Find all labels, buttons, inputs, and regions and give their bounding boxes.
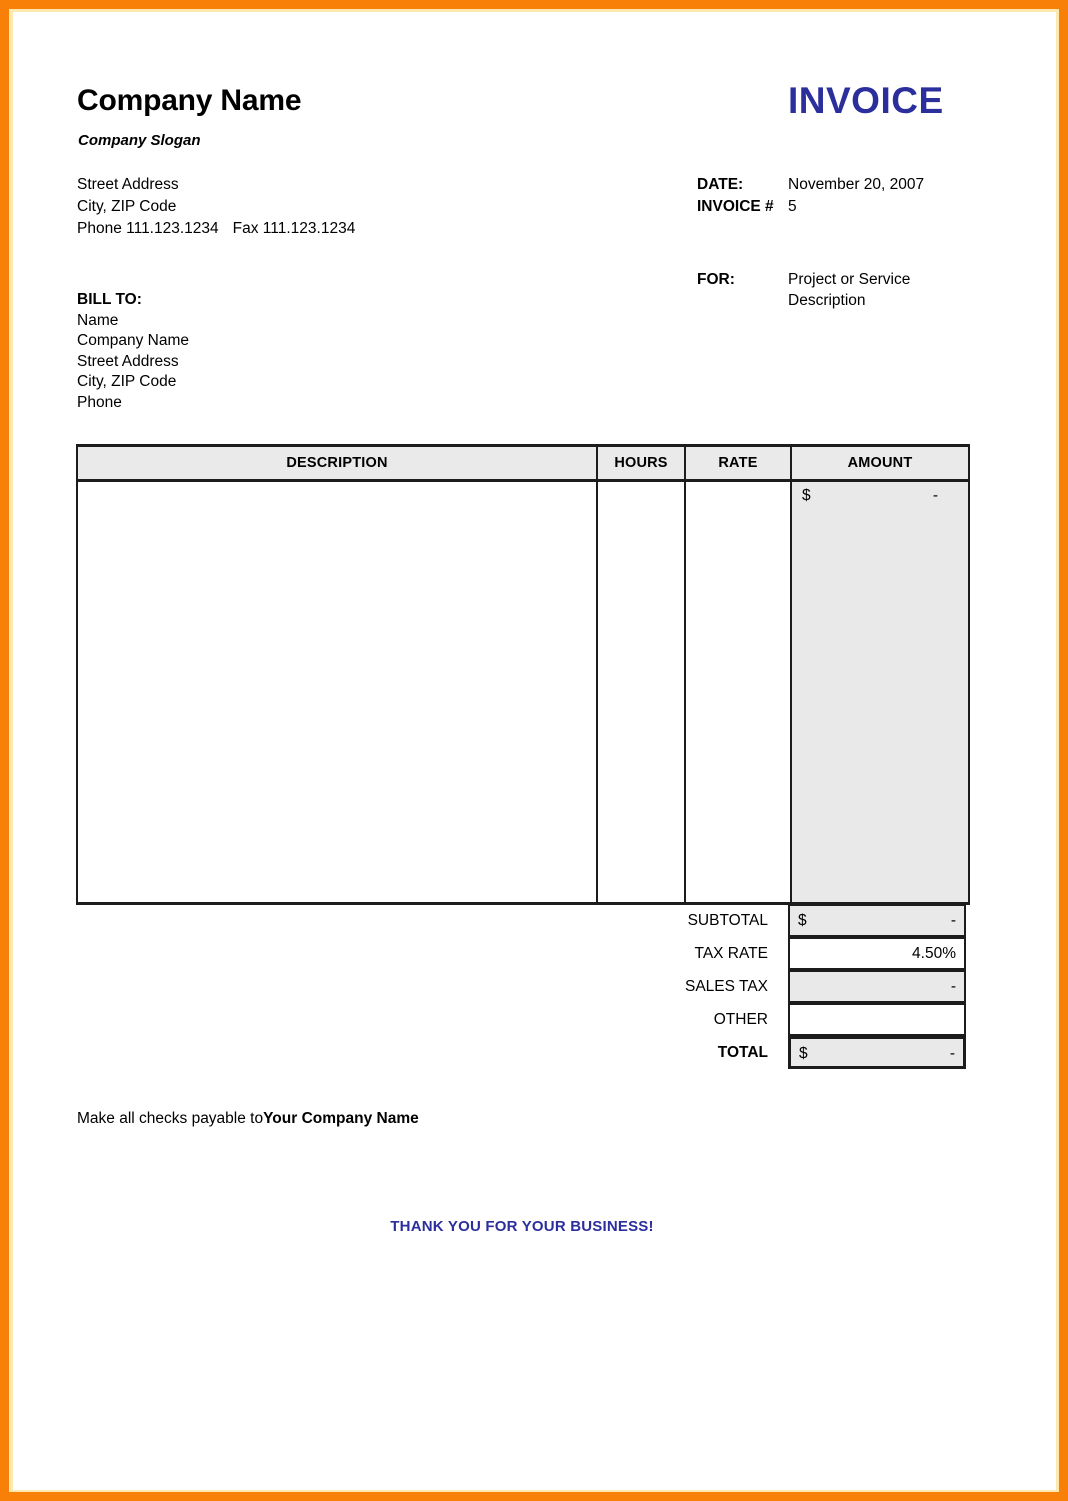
- for-line-1: Project or Service: [788, 271, 911, 288]
- cell-amount[interactable]: $ -: [790, 482, 968, 902]
- cell-rate[interactable]: [684, 482, 790, 902]
- line-items-table: DESCRIPTION HOURS RATE AMOUNT $ -: [76, 444, 970, 905]
- totals-row-other: OTHER: [76, 1003, 970, 1036]
- totals-row-sales-tax: SALES TAX -: [76, 970, 970, 1003]
- date-label: DATE:: [697, 176, 744, 193]
- table-row: $ -: [76, 482, 970, 905]
- for-line-2: Description: [788, 292, 866, 309]
- bill-to-name: Name: [77, 311, 119, 329]
- table-header-row: DESCRIPTION HOURS RATE AMOUNT: [76, 444, 970, 482]
- for-label: FOR:: [697, 271, 735, 288]
- sales-tax-cell: -: [788, 970, 966, 1003]
- totals-row-tax-rate: TAX RATE 4.50%: [76, 937, 970, 970]
- payable-note: Make all checks payable toYour Company N…: [77, 1110, 419, 1128]
- company-street: Street Address: [77, 176, 179, 193]
- company-phone-fax: Phone 111.123.1234 Fax 111.123.1234: [77, 218, 355, 240]
- tax-rate-label: TAX RATE: [694, 945, 769, 962]
- bill-to-title: BILL TO:: [77, 291, 142, 308]
- date-row: DATE: November 20, 2007: [697, 174, 924, 196]
- total-label: TOTAL: [717, 1044, 768, 1061]
- subtotal-value: -: [950, 912, 956, 929]
- sales-tax-label: SALES TAX: [685, 978, 768, 995]
- other-cell[interactable]: [788, 1003, 966, 1036]
- company-fax: Fax 111.123.1234: [232, 220, 356, 237]
- company-phone: Phone 111.123.1234: [77, 220, 219, 237]
- tax-rate-cell[interactable]: 4.50%: [788, 937, 966, 970]
- totals-row-subtotal: SUBTOTAL $ -: [76, 904, 970, 937]
- total-value: -: [949, 1045, 955, 1062]
- totals-table: SUBTOTAL $ - TAX RATE 4.50% SALES TAX - …: [76, 904, 970, 1069]
- subtotal-label: SUBTOTAL: [687, 912, 768, 929]
- tax-rate-value: 4.50%: [912, 945, 956, 962]
- payable-note-company: Your Company Name: [263, 1110, 419, 1127]
- invoice-number-row: INVOICE # 5: [697, 196, 924, 218]
- column-header-hours: HOURS: [596, 447, 684, 479]
- sales-tax-value: -: [950, 978, 956, 995]
- company-address-block: Street Address City, ZIP Code Phone 111.…: [77, 174, 355, 240]
- cell-hours[interactable]: [596, 482, 684, 902]
- total-cell: $ -: [788, 1036, 966, 1069]
- invoice-number-label: INVOICE #: [697, 198, 774, 215]
- company-name: Company Name: [77, 84, 302, 117]
- bill-to-phone: Phone: [77, 393, 122, 411]
- for-value: Project or Service Description: [788, 269, 998, 311]
- other-label: OTHER: [713, 1011, 768, 1028]
- bill-to-street: Street Address: [77, 352, 179, 370]
- column-header-amount: AMOUNT: [790, 447, 968, 479]
- totals-row-total: TOTAL $ -: [76, 1036, 970, 1069]
- payable-note-prefix: Make all checks payable to: [77, 1110, 264, 1127]
- bill-to-block: BILL TO: Name Company Name Street Addres…: [77, 290, 189, 414]
- cell-amount-currency: $: [802, 487, 811, 504]
- subtotal-cell: $ -: [788, 904, 966, 937]
- invoice-number-value: 5: [788, 198, 797, 215]
- cell-amount-value: -: [932, 487, 938, 504]
- column-header-description: DESCRIPTION: [286, 455, 388, 471]
- invoice-content: Company Name Company Slogan INVOICE Stre…: [0, 0, 1068, 1501]
- bill-to-company: Company Name: [77, 332, 189, 350]
- cell-description[interactable]: [78, 482, 596, 902]
- column-header-rate: RATE: [684, 447, 790, 479]
- page-title: INVOICE: [788, 80, 944, 121]
- bill-to-city-zip: City, ZIP Code: [77, 373, 177, 391]
- date-value: November 20, 2007: [788, 176, 925, 193]
- thank-you-note: THANK YOU FOR YOUR BUSINESS!: [390, 1218, 654, 1235]
- invoice-meta-block: DATE: November 20, 2007 INVOICE # 5: [697, 174, 924, 218]
- company-city-zip: City, ZIP Code: [77, 198, 177, 215]
- subtotal-currency: $: [798, 912, 807, 929]
- company-slogan: Company Slogan: [78, 132, 201, 149]
- total-currency: $: [799, 1045, 808, 1062]
